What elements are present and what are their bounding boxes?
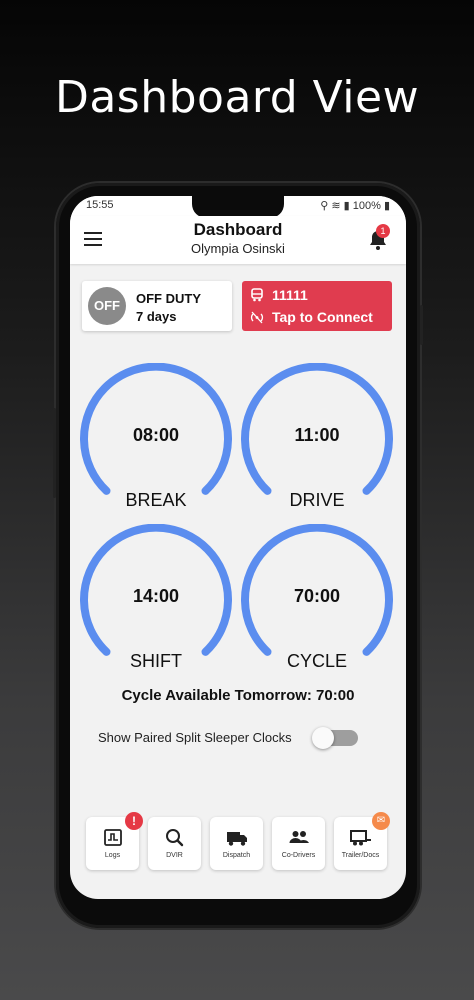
phone-power-button bbox=[420, 305, 423, 345]
logs-icon bbox=[104, 829, 122, 846]
logs-alert-badge: ! bbox=[125, 812, 143, 830]
cycle-time: 70:00 bbox=[293, 586, 341, 606]
duty-status-card[interactable]: OFF OFF DUTY 7 days bbox=[82, 281, 232, 331]
driver-name: Olympia Osinski bbox=[191, 241, 285, 256]
status-time: 15:55 bbox=[86, 199, 114, 211]
notification-badge: 1 bbox=[376, 224, 390, 238]
tap-to-connect-label: Tap to Connect bbox=[272, 309, 373, 325]
split-sleeper-label: Show Paired Split Sleeper Clocks bbox=[98, 730, 292, 745]
search-icon bbox=[166, 829, 184, 847]
break-label: BREAK bbox=[125, 490, 187, 510]
vehicle-connect-card[interactable]: 11111 Tap to Connect bbox=[242, 281, 392, 331]
battery-level: 100% bbox=[352, 200, 381, 212]
duty-duration: 7 days bbox=[136, 309, 177, 324]
nav-dvir-label: DVIR bbox=[166, 852, 183, 859]
vehicle-icon bbox=[251, 288, 263, 302]
signal-off-icon bbox=[250, 311, 264, 324]
nav-dvir-button[interactable]: DVIR bbox=[148, 817, 201, 870]
shift-clock: 14:00 SHIFT bbox=[80, 524, 232, 676]
nav-codrivers-button[interactable]: Co-Drivers bbox=[272, 817, 325, 870]
page-title: Dashboard bbox=[193, 220, 283, 239]
nav-dispatch-button[interactable]: Dispatch bbox=[210, 817, 263, 870]
nav-logs-label: Logs bbox=[104, 852, 121, 859]
toggle-thumb bbox=[312, 727, 334, 749]
people-icon bbox=[289, 831, 309, 843]
app-bar: Dashboard Olympia Osinski 1 bbox=[70, 216, 406, 264]
vehicle-number: 11111 bbox=[272, 287, 308, 303]
truck-icon bbox=[227, 832, 247, 846]
trailer-icon bbox=[350, 830, 371, 846]
status-right: ⚲ ≋ ▮ 100% ▮ bbox=[320, 199, 390, 212]
duty-status-badge: OFF bbox=[88, 287, 126, 325]
camera-notch bbox=[192, 196, 284, 218]
phone-side-button bbox=[53, 408, 56, 498]
nav-trailer-docs-label: Trailer/Docs bbox=[341, 852, 380, 859]
break-clock: 08:00 BREAK bbox=[80, 363, 232, 515]
location-icon: ⚲ bbox=[320, 200, 329, 212]
break-time: 08:00 bbox=[132, 425, 180, 445]
shift-time: 14:00 bbox=[132, 586, 180, 606]
cycle-label: CYCLE bbox=[286, 651, 348, 671]
wifi-icon: ≋ bbox=[331, 200, 341, 212]
shift-label: SHIFT bbox=[130, 651, 182, 671]
signal-icon: ▮ bbox=[343, 200, 350, 212]
cycle-clock: 70:00 CYCLE bbox=[241, 524, 393, 676]
drive-time: 11:00 bbox=[294, 425, 340, 445]
app-screen: 15:55 ⚲ ≋ ▮ 100% ▮ Dashboard Olympia Osi… bbox=[70, 196, 406, 899]
drive-clock: 11:00 DRIVE bbox=[241, 363, 393, 515]
drive-label: DRIVE bbox=[289, 490, 345, 510]
nav-codrivers-label: Co-Drivers bbox=[281, 852, 316, 859]
duty-status-text: OFF DUTY bbox=[136, 291, 201, 306]
page-headline: Dashboard View bbox=[54, 72, 420, 123]
battery-icon: ▮ bbox=[383, 200, 390, 212]
nav-dispatch-label: Dispatch bbox=[222, 852, 251, 859]
mail-icon: ✉ bbox=[372, 812, 390, 830]
cycle-available-text: Cycle Available Tomorrow: 70:00 bbox=[121, 687, 355, 704]
split-sleeper-toggle[interactable] bbox=[312, 727, 360, 749]
